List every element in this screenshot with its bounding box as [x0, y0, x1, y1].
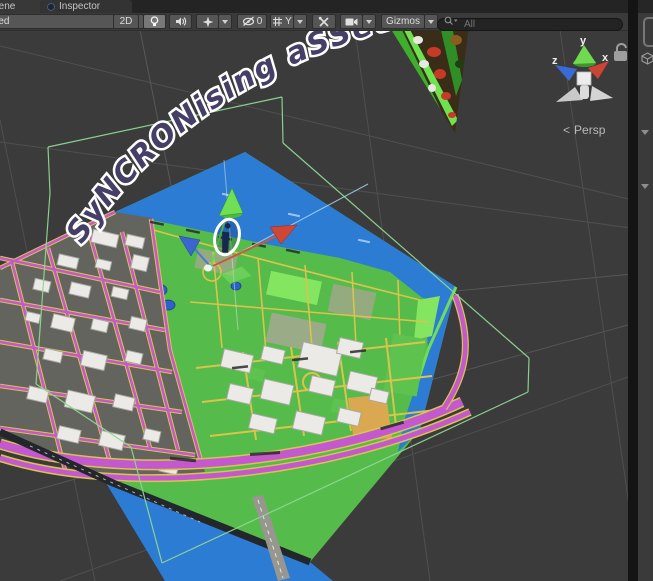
inspector-partial-icon	[643, 17, 653, 47]
wrench-tools-icon	[318, 16, 330, 28]
camera-dropdown[interactable]	[362, 14, 376, 29]
eye-crossed-icon	[242, 16, 255, 27]
inspector-tab-icon	[47, 3, 55, 11]
scene-search	[437, 14, 623, 27]
chevron-down-icon	[222, 20, 228, 24]
chevron-down-icon	[428, 20, 434, 24]
unity-scene-view-window: SyNCRONising aSSetS y x z <Persp Scene I…	[0, 0, 653, 581]
grid-dropdown[interactable]	[293, 14, 307, 29]
axis-gizmo-stem	[580, 85, 589, 99]
axis-y-label: y	[580, 35, 587, 47]
effects-star-icon	[202, 16, 214, 28]
effects-button[interactable]	[196, 14, 219, 29]
foldout-caret-icon[interactable]	[641, 184, 649, 189]
scene-lighting-button[interactable]	[143, 14, 166, 29]
grid-visibility-button[interactable]: Y	[270, 14, 294, 29]
effects-dropdown[interactable]	[218, 14, 232, 29]
camera-button[interactable]	[340, 14, 363, 29]
tab-bar: Scene Inspector	[0, 0, 630, 13]
axis-z-label: z	[552, 55, 558, 67]
scene-toolbar: Shaded 2D 0 Y	[0, 13, 630, 31]
scene-audio-button[interactable]	[169, 14, 192, 29]
hidden-count: 0	[257, 15, 263, 28]
inspector-tab-label: Inspector	[59, 0, 100, 13]
gizmo-center-handle[interactable]	[204, 265, 212, 272]
inspector-header-strip	[638, 0, 653, 13]
axis-x-label: x	[602, 52, 609, 64]
search-icon	[444, 16, 458, 26]
camera-icon	[345, 17, 358, 27]
tools-button[interactable]	[312, 14, 336, 29]
scene-search-input[interactable]	[437, 18, 623, 31]
foldout-caret-icon[interactable]	[641, 130, 649, 135]
shading-mode-label: Shaded	[0, 15, 9, 28]
axis-gizmo-cube[interactable]	[577, 72, 591, 85]
tab-inspector[interactable]: Inspector	[40, 0, 132, 13]
speaker-icon	[175, 16, 187, 27]
scene-viewport[interactable]: SyNCRONising aSSetS y x z <Persp	[0, 0, 653, 581]
gizmos-button[interactable]: Gizmos	[381, 14, 425, 29]
chevron-down-icon	[366, 20, 372, 24]
grid-axis-label: Y	[285, 15, 292, 28]
grid-icon	[272, 16, 283, 27]
perspective-toggle[interactable]: <Persp	[563, 123, 606, 137]
lightbulb-icon	[149, 16, 160, 27]
panel-divider[interactable]	[628, 0, 638, 581]
gizmos-dropdown[interactable]	[424, 14, 438, 29]
inspector-panel-edge	[638, 0, 653, 581]
2d-toggle-button[interactable]: 2D	[113, 14, 139, 29]
chevron-down-icon	[297, 20, 303, 24]
cube-icon	[641, 52, 653, 65]
scene-visibility-button[interactable]: 0	[237, 14, 267, 29]
